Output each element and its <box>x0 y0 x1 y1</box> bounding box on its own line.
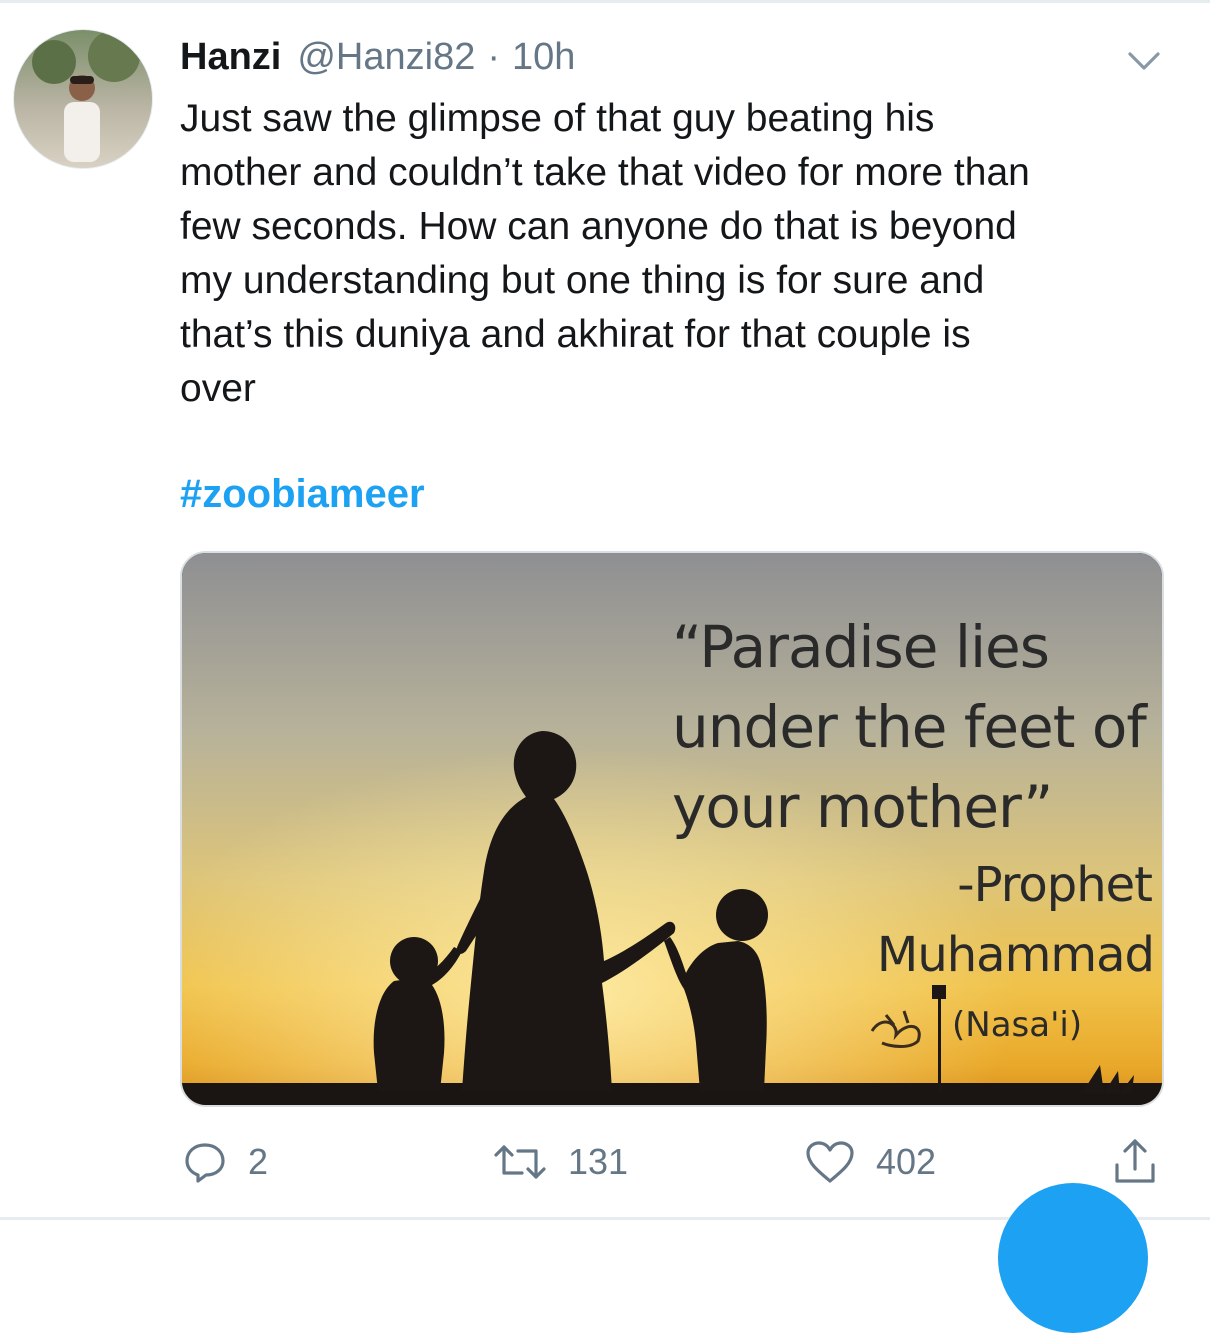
author-handle[interactable]: @Hanzi82 <box>297 36 475 79</box>
tweet-image[interactable]: “Paradise lies under the feet of your mo… <box>180 551 1164 1107</box>
tweet-header: Hanzi @Hanzi82 · 10h <box>180 36 575 86</box>
retweet-count: 131 <box>568 1141 629 1182</box>
compose-tweet-button[interactable] <box>998 1183 1148 1333</box>
like-button[interactable]: 402 <box>804 1134 936 1190</box>
image-source-text: (Nasa'i) <box>952 1005 1083 1045</box>
image-quote-text: “Paradise lies under the feet of your mo… <box>672 613 1147 841</box>
reply-icon <box>182 1139 228 1185</box>
chevron-down-icon[interactable] <box>1124 44 1164 76</box>
share-icon <box>1112 1137 1158 1187</box>
tweet-actions: 2 131 402 <box>0 1134 1210 1194</box>
reply-count: 2 <box>248 1141 269 1182</box>
timestamp[interactable]: 10h <box>512 36 575 79</box>
hashtag-link[interactable]: #zoobiameer <box>180 472 425 517</box>
image-attribution-prefix: -Prophet <box>957 857 1153 913</box>
retweet-button[interactable]: 131 <box>492 1134 628 1190</box>
retweet-icon <box>492 1139 548 1185</box>
separator-dot: · <box>487 36 501 78</box>
like-count: 402 <box>876 1141 937 1182</box>
share-button[interactable] <box>1112 1134 1158 1190</box>
tweet-text: Just saw the glimpse of that guy beating… <box>180 97 1030 410</box>
avatar[interactable] <box>14 30 152 168</box>
reply-button[interactable]: 2 <box>182 1134 268 1190</box>
top-divider <box>0 0 1210 3</box>
author-name[interactable]: Hanzi <box>180 36 281 79</box>
image-attribution-name: Muhammad <box>876 927 1155 983</box>
like-icon <box>804 1139 856 1185</box>
